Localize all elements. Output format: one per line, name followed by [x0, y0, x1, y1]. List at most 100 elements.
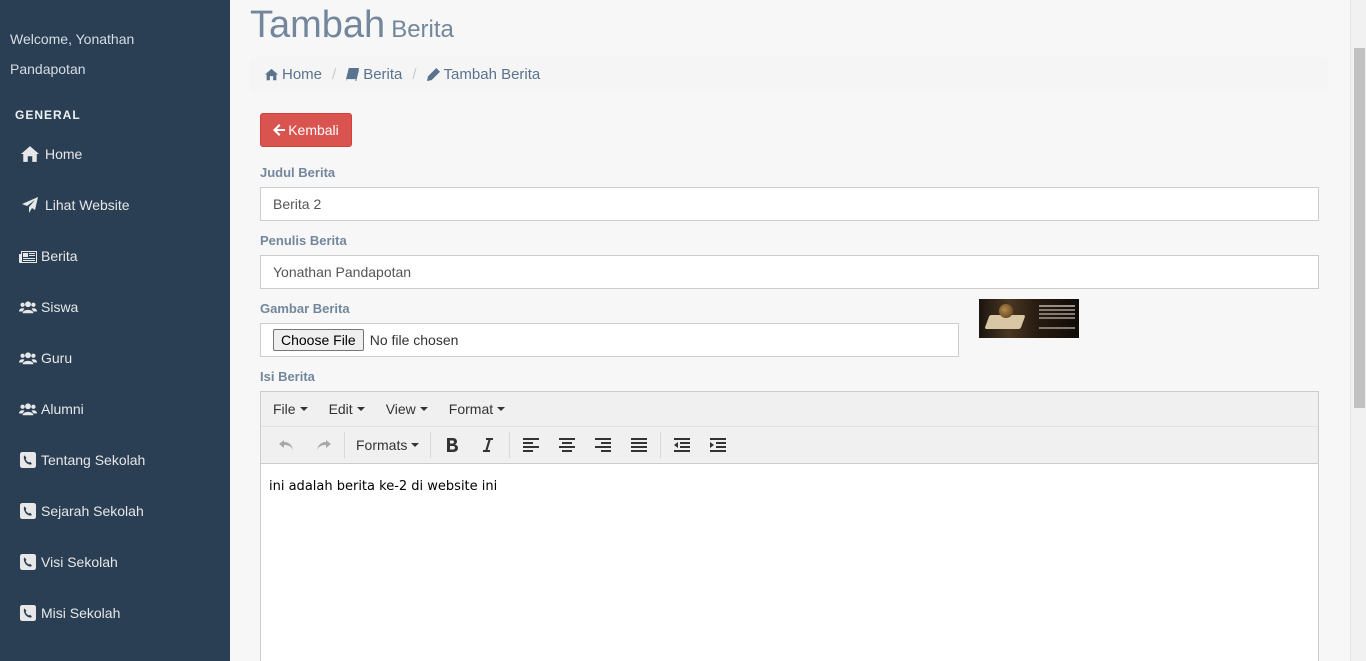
isi-label: Isi Berita — [260, 369, 315, 384]
back-button-label: Kembali — [288, 122, 339, 138]
breadcrumb-home[interactable]: Home — [265, 66, 322, 83]
penulis-value: Yonathan Pandapotan — [273, 264, 412, 280]
toolbar-divider — [509, 432, 511, 458]
judul-input[interactable]: Berita 2 — [260, 187, 1319, 221]
gambar-thumbnail — [979, 299, 1079, 338]
sidebar-item-label: Guru — [41, 349, 73, 366]
sidebar-item-lihat-website[interactable]: Lihat Website — [0, 179, 230, 230]
editor-content[interactable]: ini adalah berita ke-2 di website ini — [261, 464, 1318, 509]
book-icon — [346, 68, 360, 81]
breadcrumb: Home / Berita / Tambah Berita — [250, 57, 1328, 92]
sidebar-item-berita[interactable]: Berita — [0, 230, 230, 281]
formats-dropdown[interactable]: Formats — [348, 430, 427, 460]
thumbnail-text-lines — [1039, 305, 1075, 307]
editor-menubar: File Edit View Format — [261, 392, 1318, 427]
welcome-text: Welcome, Yonathan Pandapotan — [10, 31, 135, 77]
users-icon — [15, 401, 41, 417]
menu-format-label: Format — [448, 401, 494, 417]
breadcrumb-current-label: Tambah Berita — [443, 66, 541, 83]
outdent-button[interactable] — [664, 430, 700, 460]
sidebar: Welcome, Yonathan Pandapotan GENERAL Hom… — [0, 0, 230, 661]
menu-edit[interactable]: Edit — [329, 401, 365, 417]
users-icon — [15, 299, 41, 315]
phone-square-icon — [15, 553, 41, 570]
redo-button[interactable] — [305, 430, 341, 460]
align-left-button[interactable] — [513, 430, 549, 460]
pencil-icon — [426, 68, 440, 81]
align-justify-button[interactable] — [621, 430, 657, 460]
sidebar-item-label: Alumni — [41, 400, 84, 417]
newspaper-icon — [15, 248, 41, 264]
editor-toolbar: Formats — [261, 427, 1318, 464]
section-title: GENERAL — [15, 108, 81, 122]
file-status: No file chosen — [369, 332, 459, 348]
menu-file[interactable]: File — [273, 401, 308, 417]
undo-icon — [279, 440, 293, 450]
toolbar-divider — [344, 432, 345, 458]
paper-plane-icon — [15, 196, 45, 213]
breadcrumb-berita[interactable]: Berita — [346, 66, 402, 83]
sidebar-item-siswa[interactable]: Siswa — [0, 281, 230, 332]
breadcrumb-berita-label: Berita — [363, 66, 403, 83]
toolbar-divider — [660, 432, 662, 458]
phone-square-icon — [15, 502, 41, 519]
sidebar-item-misi-sekolah[interactable]: Misi Sekolah — [0, 587, 230, 638]
undo-button[interactable] — [269, 430, 305, 460]
align-center-button[interactable] — [549, 430, 585, 460]
menu-view[interactable]: View — [386, 401, 428, 417]
phone-square-icon — [15, 604, 41, 621]
indent-button[interactable] — [700, 430, 736, 460]
toolbar-divider — [430, 432, 432, 458]
caret-down-icon — [356, 407, 365, 411]
sidebar-nav: Home Lihat Website Berita Siswa Guru Alu… — [0, 128, 230, 638]
sidebar-item-alumni[interactable]: Alumni — [0, 383, 230, 434]
choose-file-button[interactable]: Choose File — [273, 329, 364, 351]
sidebar-item-home[interactable]: Home — [0, 128, 230, 179]
breadcrumb-separator: / — [332, 66, 337, 83]
main-content: Tambah Berita Home / Berita / Tambah Beri… — [230, 0, 1350, 661]
page-title-sub: Berita — [391, 16, 454, 43]
align-right-button[interactable] — [585, 430, 621, 460]
penulis-input[interactable]: Yonathan Pandapotan — [260, 255, 1319, 289]
indent-icon — [710, 438, 727, 452]
formats-label: Formats — [356, 437, 408, 453]
arrow-left-icon — [273, 124, 286, 136]
sidebar-item-tentang-sekolah[interactable]: Tentang Sekolah — [0, 434, 230, 485]
caret-down-icon — [497, 407, 506, 411]
sidebar-item-label: Tentang Sekolah — [41, 451, 146, 468]
breadcrumb-current: Tambah Berita — [426, 66, 541, 83]
page-title-main: Tambah — [250, 4, 386, 46]
sidebar-item-guru[interactable]: Guru — [0, 332, 230, 383]
sidebar-item-visi-sekolah[interactable]: Visi Sekolah — [0, 536, 230, 587]
bold-button[interactable] — [434, 430, 470, 460]
judul-label: Judul Berita — [260, 165, 336, 180]
align-left-icon — [523, 438, 540, 452]
italic-button[interactable] — [470, 430, 506, 460]
align-right-icon — [595, 438, 612, 452]
page-scrollbar[interactable] — [1350, 0, 1366, 661]
back-button[interactable]: Kembali — [260, 113, 352, 147]
judul-value: Berita 2 — [273, 196, 322, 212]
sidebar-item-label: Visi Sekolah — [41, 553, 118, 570]
scrollbar-thumb[interactable] — [1354, 48, 1365, 408]
sidebar-item-label: Berita — [41, 247, 78, 264]
gambar-file-input[interactable]: Choose File No file chosen — [260, 323, 959, 357]
caret-down-icon — [299, 407, 308, 411]
rich-text-editor: File Edit View Format Formats ini adalah… — [260, 391, 1319, 661]
phone-square-icon — [15, 451, 41, 468]
sidebar-item-label: Misi Sekolah — [41, 604, 121, 621]
sidebar-item-sejarah-sekolah[interactable]: Sejarah Sekolah — [0, 485, 230, 536]
thumbnail-globe-shape — [999, 304, 1013, 318]
menu-format[interactable]: Format — [448, 401, 506, 417]
page-title: Tambah Berita — [250, 4, 454, 47]
sidebar-item-label: Lihat Website — [45, 196, 130, 213]
gambar-label: Gambar Berita — [260, 301, 350, 316]
sidebar-item-label: Home — [45, 145, 83, 162]
outdent-icon — [674, 438, 691, 452]
redo-icon — [317, 440, 331, 450]
sidebar-item-label: Sejarah Sekolah — [41, 502, 144, 519]
bold-icon — [447, 438, 459, 452]
menu-edit-label: Edit — [328, 401, 353, 417]
home-icon — [265, 68, 278, 81]
caret-down-icon — [411, 443, 420, 447]
